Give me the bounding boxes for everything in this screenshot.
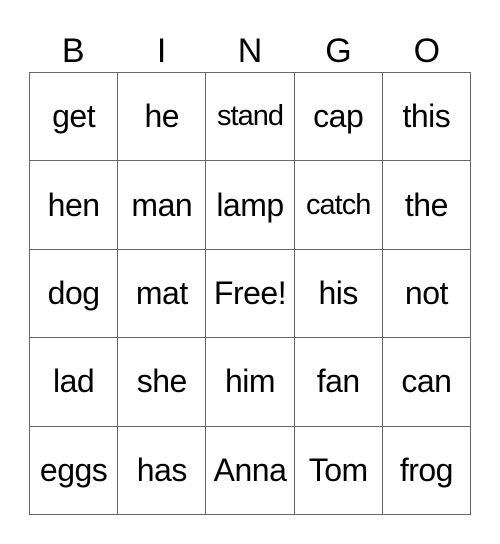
bingo-cell[interactable]: his — [294, 249, 383, 339]
bingo-cell[interactable]: he — [118, 73, 207, 162]
header-letter-o: O — [413, 32, 441, 70]
header-letter-i: I — [156, 32, 167, 70]
bingo-cell[interactable]: man — [118, 161, 207, 250]
bingo-cell[interactable]: stand — [206, 73, 295, 162]
bingo-cell[interactable]: get — [30, 73, 119, 162]
bingo-cell[interactable]: fan — [294, 338, 383, 427]
bingo-cell[interactable]: the — [382, 161, 471, 250]
header-letter-g: G — [325, 32, 352, 70]
bingo-cell[interactable]: mat — [118, 249, 207, 339]
bingo-cell[interactable]: lad — [30, 338, 119, 427]
header-letter-n: N — [237, 32, 263, 70]
bingo-cell[interactable]: cap — [294, 73, 383, 162]
bingo-cell[interactable]: hen — [30, 161, 119, 250]
bingo-cell[interactable]: this — [382, 73, 471, 162]
bingo-cell[interactable]: Anna — [206, 426, 295, 515]
bingo-cell[interactable]: eggs — [30, 426, 119, 515]
bingo-cell[interactable]: frog — [382, 426, 471, 515]
bingo-cell[interactable]: dog — [30, 249, 119, 339]
bingo-cell[interactable]: lamp — [206, 161, 295, 250]
bingo-cell[interactable]: catch — [294, 161, 383, 250]
bingo-cell[interactable]: not — [382, 249, 471, 339]
bingo-header: B I N G O — [29, 30, 471, 72]
header-letter-b: B — [61, 32, 85, 70]
bingo-cell[interactable]: she — [118, 338, 207, 427]
bingo-cell[interactable]: him — [206, 338, 295, 427]
bingo-cell[interactable]: has — [118, 426, 207, 515]
bingo-cell[interactable]: can — [382, 338, 471, 427]
bingo-cell[interactable]: Tom — [294, 426, 383, 515]
bingo-card-grid: get he stand cap this hen man lamp catch… — [29, 72, 471, 515]
free-space-cell[interactable]: Free! — [206, 249, 295, 339]
